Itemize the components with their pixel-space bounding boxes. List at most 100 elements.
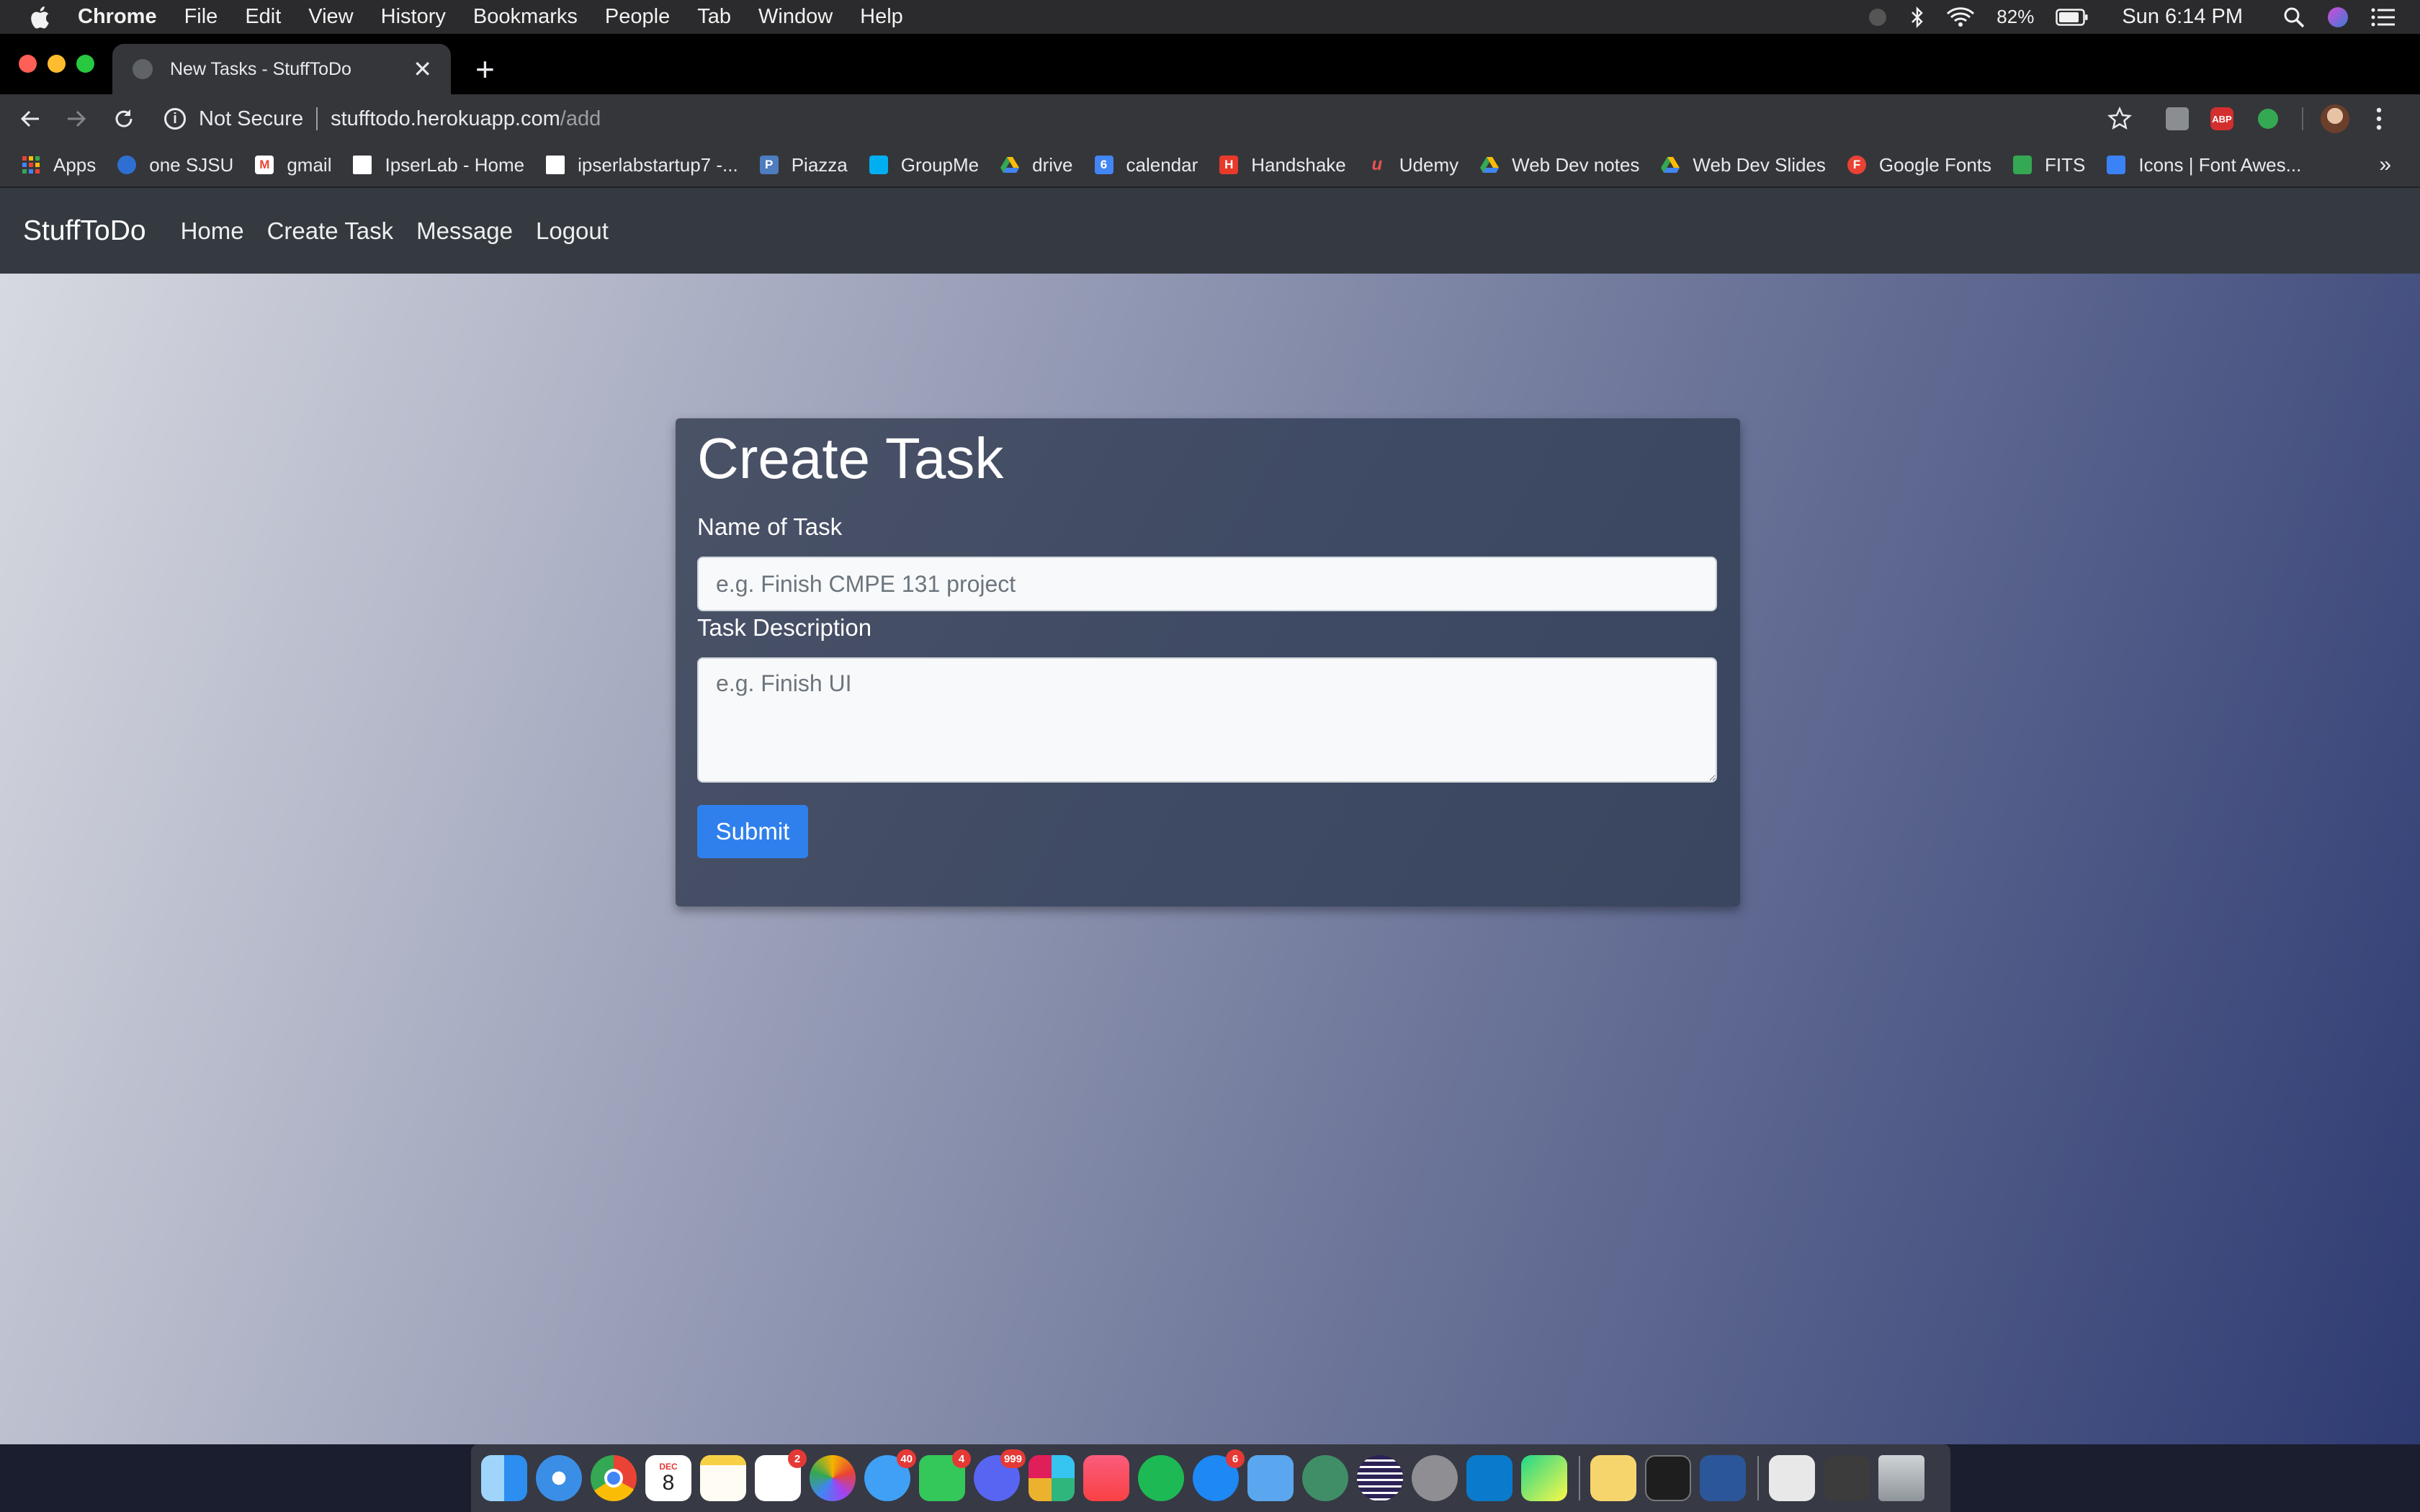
bookmark-groupme[interactable]: GroupMe [869,154,979,176]
menu-window[interactable]: Window [758,5,833,29]
word-icon[interactable] [1700,1455,1746,1501]
spotify-icon[interactable] [1138,1455,1184,1501]
bookmark-web-dev-slides[interactable]: Web Dev Slides [1661,154,1826,176]
toolbar-divider [2302,107,2303,130]
photos-icon[interactable] [810,1455,856,1501]
battery-icon[interactable] [2056,8,2089,26]
music-icon[interactable] [1083,1455,1129,1501]
menubar-clock[interactable]: Sun 6:14 PM [2122,5,2243,29]
create-task-card: Create Task Name of Task Task Descriptio… [676,418,1740,906]
site-brand[interactable]: StuffToDo [23,215,146,247]
menu-history[interactable]: History [381,5,446,29]
bookmark-piazza[interactable]: P Piazza [759,154,848,176]
window-close-button[interactable] [19,55,37,73]
vscode-icon[interactable] [1466,1455,1512,1501]
bookmark-gmail[interactable]: M gmail [255,154,331,176]
bookmark-drive[interactable]: drive [1000,154,1073,176]
bookmark-label: Icons | Font Awes... [2138,153,2302,176]
nav-logout[interactable]: Logout [536,217,609,245]
bookmark-udemy[interactable]: u Udemy [1368,154,1458,176]
forward-arrow-icon[interactable] [62,104,91,133]
siri-icon[interactable] [2326,6,2349,29]
bookmark-fits[interactable]: FITS [2013,154,2085,176]
bookmark-ipserlabstartup7[interactable]: ipserlabstartup7 -... [546,154,738,176]
window-zoom-button[interactable] [76,55,94,73]
task-name-input[interactable] [697,557,1717,611]
nav-home[interactable]: Home [181,217,244,245]
facetime-icon[interactable]: 4 [919,1449,971,1501]
screenshots-stack-icon[interactable] [1824,1455,1870,1501]
browser-tab-active[interactable]: New Tasks - StuffToDo ✕ [112,44,451,94]
bookmark-star-icon[interactable] [2107,106,2133,135]
bookmark-label: Web Dev notes [1512,153,1640,176]
nav-create-task[interactable]: Create Task [267,217,393,245]
bookmark-apps[interactable]: Apps [22,154,96,176]
groupme-icon [869,156,888,174]
back-arrow-icon[interactable] [16,104,45,133]
profile-avatar[interactable] [2321,104,2349,133]
discord-icon[interactable]: 999 [974,1449,1026,1501]
bookmark-one-sjsu[interactable]: one SJSU [117,154,233,176]
menu-edit[interactable]: Edit [245,5,281,29]
extension-puzzle-icon[interactable] [2166,107,2189,130]
slack-icon[interactable] [1028,1455,1075,1501]
menu-app-name[interactable]: Chrome [78,5,157,29]
wifi-icon[interactable] [1946,6,1975,28]
bookmark-label: Web Dev Slides [1693,153,1826,176]
bluetooth-icon[interactable] [1910,6,1924,29]
pycharm-icon[interactable] [1521,1455,1567,1501]
menu-people[interactable]: People [605,5,670,29]
bookmark-google-fonts[interactable]: F Google Fonts [1847,154,1991,176]
apple-menu-icon[interactable] [27,3,52,32]
google-calendar-icon: 6 [1094,156,1113,174]
address-bar[interactable]: i Not Secure stufftodo.herokuapp.com/add [164,102,2094,136]
calendar-month: DEC [659,1462,678,1472]
tab-close-icon[interactable]: ✕ [413,55,432,83]
spotlight-search-icon[interactable] [2283,6,2305,28]
bookmarks-bar: Apps one SJSU M gmail IpserLab - Home ip… [0,143,2420,188]
bookmark-web-dev-notes[interactable]: Web Dev notes [1480,154,1639,176]
calendar-app-icon[interactable]: DEC 8 [645,1455,691,1501]
window-minimize-button[interactable] [48,55,66,73]
notes-icon[interactable] [700,1455,746,1501]
safari-icon[interactable] [536,1455,582,1501]
menu-tab[interactable]: Tab [697,5,731,29]
bookmark-ipserlab-home[interactable]: IpserLab - Home [353,154,524,176]
notification-center-icon[interactable] [2371,7,2396,27]
stickies-icon[interactable] [1590,1455,1636,1501]
messages-icon[interactable]: 40 [864,1449,916,1501]
extension-green-icon[interactable] [2258,109,2278,129]
bookmark-label: Apps [53,153,97,176]
chrome-icon[interactable] [591,1455,637,1501]
app-store-icon[interactable]: 6 [1193,1449,1245,1501]
documents-stack-icon[interactable] [1769,1455,1815,1501]
nav-message[interactable]: Message [416,217,513,245]
adblock-plus-icon[interactable]: ABP [2210,107,2233,130]
menu-help[interactable]: Help [860,5,903,29]
google-drive-icon [1000,156,1020,174]
menu-bookmarks[interactable]: Bookmarks [473,5,578,29]
task-description-input[interactable] [697,657,1717,783]
atom-icon[interactable] [1302,1455,1348,1501]
eclipse-icon[interactable] [1357,1455,1403,1501]
system-preferences-icon[interactable] [1412,1455,1458,1501]
bookmarks-overflow-icon[interactable]: » [2379,153,2391,177]
menu-file[interactable]: File [184,5,218,29]
browser-toolbar: i Not Secure stufftodo.herokuapp.com/add… [0,94,2420,143]
bookmark-font-awesome[interactable]: Icons | Font Awes... [2107,154,2301,176]
trash-icon[interactable] [1878,1455,1924,1501]
submit-button[interactable]: Submit [697,805,808,858]
blank-page-icon [546,156,565,174]
site-info-icon[interactable]: i [164,108,186,130]
status-circle-icon[interactable] [1867,6,1888,28]
new-tab-button[interactable]: + [475,53,495,86]
reload-icon[interactable] [109,104,138,133]
finder-icon[interactable] [481,1455,527,1501]
bookmark-calendar[interactable]: 6 calendar [1094,154,1198,176]
terminal-icon[interactable] [1645,1455,1691,1501]
chrome-menu-icon[interactable] [2374,106,2384,135]
xcode-icon[interactable] [1247,1455,1294,1501]
bookmark-handshake[interactable]: H Handshake [1219,154,1346,176]
menu-view[interactable]: View [308,5,353,29]
reminders-icon[interactable]: 2 [755,1449,807,1501]
